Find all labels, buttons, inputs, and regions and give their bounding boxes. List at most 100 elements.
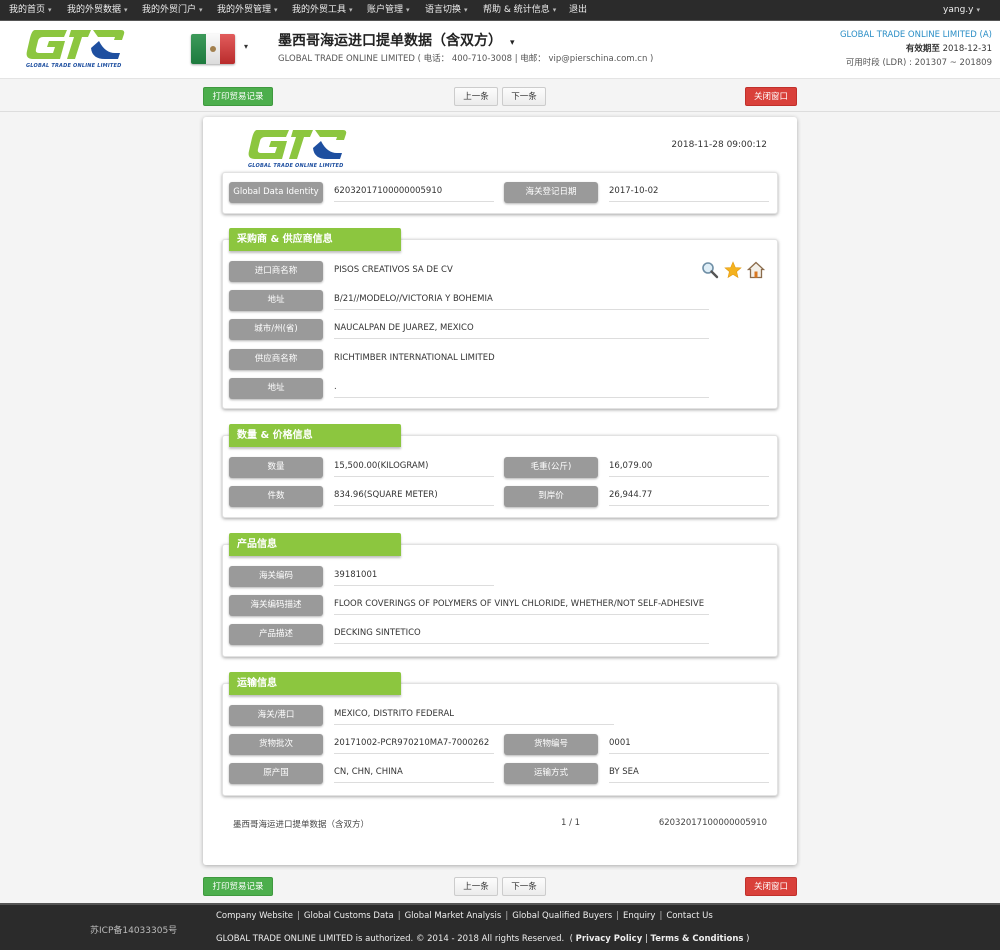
- record-dataset-name: 墨西哥海运进口提单数据（含双方）: [233, 820, 370, 830]
- home-icon[interactable]: [746, 261, 766, 279]
- product-description-value: DECKING SINTETICO: [334, 623, 709, 644]
- record-card: GLOBAL TRADE ONLINE LIMITED 2018-11-28 0…: [203, 117, 797, 865]
- nav-item-help-stats[interactable]: 帮助 & 统计信息 ▾: [483, 0, 556, 21]
- next-record-button[interactable]: 下一条: [502, 87, 546, 106]
- dataset-title-text: 墨西哥海运进口提单数据（含双方）: [278, 33, 502, 49]
- section-title: 数量 & 价格信息: [229, 424, 401, 447]
- nav-item-trade-tools[interactable]: 我的外贸工具 ▾: [292, 0, 353, 21]
- top-nav-bar: 我的首页 ▾ 我的外贸数据 ▾ 我的外贸门户 ▾ 我的外贸管理 ▾ 我的外贸工具 ▾ 账户…: [0, 0, 1000, 21]
- field-label: 货物编号: [504, 734, 598, 755]
- footer-link-enquiry[interactable]: Enquiry: [623, 911, 655, 921]
- nav-item-label: 我的外贸数据: [67, 5, 122, 15]
- divider: |: [616, 911, 620, 921]
- field-label: 到岸价: [504, 486, 598, 507]
- chevron-down-icon: ▾: [464, 6, 468, 14]
- print-record-button[interactable]: 打印贸易记录: [203, 87, 273, 106]
- account-company: GLOBAL TRADE ONLINE LIMITED (A): [839, 30, 992, 40]
- supplier-name-value: RICHTIMBER INTERNATIONAL LIMITED: [334, 353, 495, 363]
- field-label: 货物批次: [229, 734, 323, 755]
- terms-conditions-link[interactable]: Terms & Conditions: [651, 934, 744, 944]
- chevron-down-icon: ▾: [976, 6, 980, 14]
- nav-item-trade-management[interactable]: 我的外贸管理 ▾: [217, 0, 278, 21]
- print-record-button[interactable]: 打印贸易记录: [203, 877, 273, 896]
- nav-item-label: 退出: [569, 5, 588, 15]
- field-label: 运输方式: [504, 763, 598, 784]
- field-label: 毛重(公斤): [504, 457, 598, 478]
- record-footer-id: 62032017100000005910: [658, 818, 767, 828]
- nav-item-trade-portal[interactable]: 我的外贸门户 ▾: [142, 0, 203, 21]
- shipment-batch-value: 20171002-PCR970210MA7-7000262: [334, 733, 494, 754]
- expiry-label: 有效期至: [905, 44, 940, 54]
- previous-record-button[interactable]: 上一条: [454, 877, 498, 896]
- gross-weight-value: 16,079.00: [609, 456, 769, 477]
- next-record-button[interactable]: 下一条: [502, 877, 546, 896]
- dataset-title[interactable]: 墨西哥海运进口提单数据（含双方） ▾: [278, 30, 515, 50]
- field-label: 海关编码描述: [229, 595, 323, 616]
- field-label: 产品描述: [229, 624, 323, 645]
- account-expiry: 有效期至 2018-12-31: [840, 42, 992, 56]
- field-label: 进口商名称: [229, 261, 323, 282]
- chevron-down-icon: ▾: [48, 6, 52, 14]
- nav-item-home[interactable]: 我的首页 ▾: [9, 0, 52, 21]
- previous-record-button[interactable]: 上一条: [454, 87, 498, 106]
- gtc-logo-mark: [248, 130, 347, 159]
- field-label: 海关编码: [229, 566, 323, 587]
- cargo-number-value: 0001: [609, 733, 769, 754]
- nav-item-label: 帮助 & 统计信息: [483, 5, 550, 15]
- identity-section: Global Data Identity 6203201710000000591…: [222, 172, 778, 214]
- field-label: 件数: [229, 486, 323, 507]
- nav-item-label: 我的外贸工具: [292, 5, 347, 15]
- nav-item-language[interactable]: 语言切换 ▾: [425, 0, 468, 21]
- nav-item-account[interactable]: 账户管理 ▾: [367, 0, 410, 21]
- quantity-value: 15,500.00(KILOGRAM): [334, 456, 494, 477]
- search-icon[interactable]: [701, 261, 719, 279]
- field-label: 地址: [229, 290, 323, 311]
- chevron-down-icon: ▾: [124, 6, 128, 14]
- contact-info: GLOBAL TRADE ONLINE LIMITED ( 电话： 400-71…: [278, 54, 654, 64]
- logo-tagline: GLOBAL TRADE ONLINE LIMITED: [248, 163, 344, 169]
- customs-date-value: 2017-10-02: [609, 181, 769, 202]
- field-label: 海关/港口: [229, 705, 323, 726]
- transport-section: 运输信息 海关/港口 MEXICO, DISTRITO FEDERAL 货物批次…: [222, 672, 778, 796]
- party-actions: [701, 261, 766, 279]
- star-icon[interactable]: [724, 261, 742, 279]
- footer-link-global-qualified-buyers[interactable]: Global Qualified Buyers: [512, 911, 612, 921]
- copyright: GLOBAL TRADE ONLINE LIMITED is authorize…: [216, 934, 750, 944]
- user-menu[interactable]: yang.y ▾: [943, 0, 980, 21]
- account-info: GLOBAL TRADE ONLINE LIMITED (A) 有效期至 201…: [840, 28, 992, 70]
- expiry-date: 2018-12-31: [942, 44, 992, 54]
- field-label: 数量: [229, 457, 323, 478]
- footer-link-global-market-analysis[interactable]: Global Market Analysis: [405, 911, 502, 921]
- nav-item-label: 语言切换: [425, 5, 462, 15]
- gtc-logo[interactable]: GLOBAL TRADE ONLINE LIMITED: [25, 26, 125, 72]
- field-label: 原产国: [229, 763, 323, 784]
- section-title: 产品信息: [229, 533, 401, 556]
- divider: |: [659, 911, 663, 921]
- close-window-button[interactable]: 关闭窗口: [745, 877, 797, 896]
- nav-item-logout[interactable]: 退出: [569, 0, 587, 21]
- mexico-flag-icon[interactable]: [191, 34, 235, 64]
- ldr-label: 可用时段 (LDR) :: [845, 58, 912, 68]
- footer-link-global-customs-data[interactable]: Global Customs Data: [304, 911, 394, 921]
- nav-item-label: 我的外贸管理: [217, 5, 272, 15]
- footer-links: Company Website | Global Customs Data | Glob…: [216, 911, 713, 921]
- gtc-logo: GLOBAL TRADE ONLINE LIMITED: [247, 126, 347, 172]
- field-label: Global Data Identity: [229, 182, 323, 203]
- logo-tagline: GLOBAL TRADE ONLINE LIMITED: [26, 63, 122, 69]
- close-window-button[interactable]: 关闭窗口: [745, 87, 797, 106]
- chevron-down-icon: ▾: [552, 6, 557, 14]
- privacy-policy-link[interactable]: Privacy Policy: [576, 934, 643, 944]
- country-dropdown-caret-icon[interactable]: ▾: [244, 42, 248, 51]
- icp-license: 苏ICP备14033305号: [90, 926, 178, 936]
- footer-link-contact-us[interactable]: Contact Us: [666, 911, 712, 921]
- nav-item-label: 我的首页: [9, 5, 46, 15]
- nav-item-label: 我的外贸门户: [142, 5, 197, 15]
- bottom-action-bar: 打印贸易记录 上一条 下一条 关闭窗口: [203, 877, 797, 897]
- field-label: 海关登记日期: [504, 182, 598, 203]
- importer-name-value: PISOS CREATIVOS SA DE CV: [334, 265, 453, 275]
- nav-item-trade-data[interactable]: 我的外贸数据 ▾: [67, 0, 128, 21]
- importer-city-value: NAUCALPAN DE JUAREZ, MEXICO: [334, 318, 709, 339]
- top-action-bar: 打印贸易记录 上一条 下一条 关闭窗口: [203, 87, 797, 107]
- ldr-range: 201307 ~ 201809: [914, 58, 992, 68]
- footer-link-company-website[interactable]: Company Website: [216, 911, 293, 921]
